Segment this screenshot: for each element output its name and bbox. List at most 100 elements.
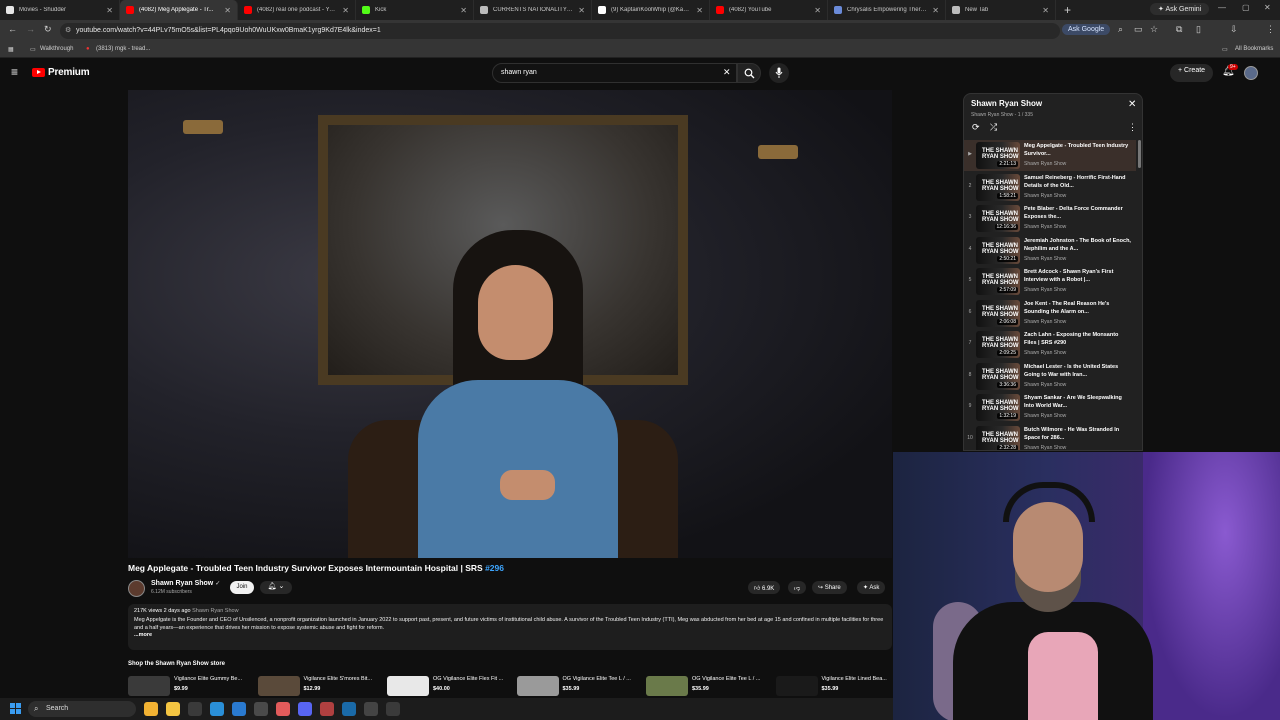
chrome-icon[interactable] xyxy=(144,702,158,716)
youtube-logo[interactable]: Premium xyxy=(32,67,90,78)
file-explorer-icon[interactable] xyxy=(166,702,180,716)
ask-gemini-button[interactable]: ✦ Ask Gemini xyxy=(1150,3,1210,15)
playlist-item[interactable]: 6 THE SHAWN RYAN SHOW 2:06:08 Joe Kent - Th… xyxy=(964,298,1136,329)
apps-grid-icon[interactable]: ▦ xyxy=(8,46,14,53)
back-icon[interactable]: ← xyxy=(8,24,17,34)
browser-tab[interactable]: Kick ✕ xyxy=(356,0,474,20)
playlist-item[interactable]: 4 THE SHAWN RYAN SHOW 2:50:21 Jeremiah John… xyxy=(964,235,1136,266)
close-tab-icon[interactable]: ✕ xyxy=(342,6,349,15)
browser-tab[interactable]: CURRENTS NATIONALITY - Go... ✕ xyxy=(474,0,592,20)
hamburger-menu-icon[interactable]: ≡ xyxy=(11,65,18,79)
app-icon[interactable] xyxy=(254,702,268,716)
all-bookmarks[interactable]: All Bookmarks xyxy=(1235,46,1273,52)
tab-title: (9) KaptainKoolWhip (@Kaptai... xyxy=(611,7,693,13)
close-tab-icon[interactable]: ✕ xyxy=(696,6,703,15)
close-tab-icon[interactable]: ✕ xyxy=(224,6,231,15)
forward-icon[interactable]: → xyxy=(26,24,35,34)
maximize-icon[interactable]: ▢ xyxy=(1242,3,1250,12)
playlist-item[interactable]: 5 THE SHAWN RYAN SHOW 2:57:09 Brett Adcock … xyxy=(964,266,1136,297)
close-window-icon[interactable]: ✕ xyxy=(1264,3,1271,12)
browser-tab[interactable]: (4082) real one podcast - YouT... ✕ xyxy=(238,0,356,20)
browser-tab[interactable]: Movies - Shudder ✕ xyxy=(0,0,120,20)
playlist-item[interactable]: 7 THE SHAWN RYAN SHOW 2:09:25 Zach Lahn - E… xyxy=(964,329,1136,360)
playlist-item[interactable]: 8 THE SHAWN RYAN SHOW 3:36:36 Michael Leste… xyxy=(964,361,1136,392)
voice-search-button[interactable] xyxy=(769,63,789,83)
ask-google-button[interactable]: Ask Google xyxy=(1062,24,1111,35)
video-player[interactable] xyxy=(128,90,892,558)
cast-icon[interactable]: ▭ xyxy=(1134,24,1143,35)
windows-start-icon[interactable] xyxy=(10,703,21,714)
settings-icon[interactable] xyxy=(386,702,400,716)
store-item[interactable]: OG Vigilance Elite Tee L / ... $35.99 xyxy=(646,676,776,696)
close-tab-icon[interactable]: ✕ xyxy=(578,6,585,15)
show-more-link[interactable]: ...more xyxy=(134,632,886,638)
address-bar[interactable]: ⚙ youtube.com/watch?v=44PLv75mO5s&list=P… xyxy=(60,23,1060,39)
clear-search-icon[interactable]: ✕ xyxy=(723,67,731,78)
browser-tab[interactable]: Chrysalis Empowering Therap... ✕ xyxy=(828,0,946,20)
steam-icon[interactable] xyxy=(342,702,356,716)
extensions-icon[interactable]: ⧉ xyxy=(1176,24,1182,35)
shuffle-icon[interactable]: ⤮ xyxy=(990,122,997,133)
join-button[interactable]: Join xyxy=(230,581,254,594)
loop-icon[interactable]: ⟳ xyxy=(972,122,980,133)
browser-tab[interactable]: New Tab ✕ xyxy=(946,0,1056,20)
hashtag-link[interactable]: #296 xyxy=(485,563,504,573)
store-item[interactable]: OG Vigilance Elite Flex Fit ... $40.00 xyxy=(387,676,517,696)
downloads-icon[interactable]: ⇩ xyxy=(1230,24,1238,35)
minimize-icon[interactable]: — xyxy=(1218,3,1226,12)
ask-button[interactable]: ✦ Ask xyxy=(857,581,886,594)
bookmark-walkthrough[interactable]: Walkthrough xyxy=(40,46,73,52)
playlist-item[interactable]: 9 THE SHAWN RYAN SHOW 1:32:19 Shyam Sankar … xyxy=(964,392,1136,423)
playlist-item-title: Michael Lester - Is the United States Go… xyxy=(1024,363,1119,378)
close-tab-icon[interactable]: ✕ xyxy=(814,6,821,15)
playlist-item[interactable]: 3 THE SHAWN RYAN SHOW 12:16:36 Pete Blaber … xyxy=(964,203,1136,234)
terminal-icon[interactable] xyxy=(188,702,202,716)
share-button[interactable]: ↪ Share xyxy=(812,581,847,594)
dislike-button[interactable]: 👎︎ xyxy=(788,581,807,594)
edge-icon[interactable] xyxy=(210,702,224,716)
store-item[interactable]: Vigilance Elite Lined Bea... $35.99 xyxy=(775,676,906,696)
browser-tab[interactable]: (4082) Meg Applegate - Tr... ✕ xyxy=(120,0,238,20)
colorful-app-icon[interactable] xyxy=(276,702,290,716)
store-item-price: $35.99 xyxy=(562,686,580,692)
subscribed-bell-button[interactable]: 🔔︎ ⌄ xyxy=(260,581,292,594)
playlist-scrollbar[interactable] xyxy=(1138,140,1141,168)
playlist-more-icon[interactable]: ⋮ xyxy=(1128,122,1137,133)
zoom-icon[interactable]: ⌕ xyxy=(1118,24,1123,35)
search-input[interactable]: shawn ryan ✕ xyxy=(492,63,737,83)
browser-tab[interactable]: (4082) YouTube ✕ xyxy=(710,0,828,20)
obs-icon[interactable] xyxy=(364,702,378,716)
store-item-price: $35.99 xyxy=(692,686,709,692)
like-button[interactable]: 👍︎ 6.9K xyxy=(748,581,781,594)
sidebar-icon[interactable]: ▯ xyxy=(1196,24,1201,35)
bookmark-mgk[interactable]: (3813) mgk - tread... xyxy=(96,46,150,52)
channel-name[interactable]: Shawn Ryan Show ✓ xyxy=(151,580,220,587)
reload-icon[interactable]: ↻ xyxy=(44,24,52,35)
vscode-icon[interactable] xyxy=(232,702,246,716)
playlist-item[interactable]: ▶ THE SHAWN RYAN SHOW 2:21:13 Meg Appelgate… xyxy=(964,140,1136,171)
browser-tab[interactable]: (9) KaptainKoolWhip (@Kaptai... ✕ xyxy=(592,0,710,20)
playlist-item[interactable]: 2 THE SHAWN RYAN SHOW 1:58:21 Samuel Reineb… xyxy=(964,172,1136,203)
bookmark-star-icon[interactable]: ☆ xyxy=(1150,24,1158,35)
discord-icon[interactable] xyxy=(298,702,312,716)
new-tab-icon[interactable]: + xyxy=(1064,3,1071,17)
browser-menu-icon[interactable]: ⋮ xyxy=(1266,24,1275,35)
close-tab-icon[interactable]: ✕ xyxy=(932,6,939,15)
close-playlist-icon[interactable]: ✕ xyxy=(1128,99,1136,110)
close-tab-icon[interactable]: ✕ xyxy=(106,6,113,15)
taskbar-search[interactable]: ⌕ Search xyxy=(28,701,136,717)
close-tab-icon[interactable]: ✕ xyxy=(460,6,467,15)
capture-icon[interactable] xyxy=(320,702,334,716)
close-tab-icon[interactable]: ✕ xyxy=(1042,6,1049,15)
site-info-icon[interactable]: ⚙ xyxy=(65,26,71,34)
store-item[interactable]: Vigilance Elite S'mores Bit... $12.99 xyxy=(257,676,388,696)
store-item[interactable]: OG Vigilance Elite Tee L / ... $35.99 xyxy=(516,676,647,696)
channel-avatar[interactable] xyxy=(128,580,145,597)
playlist-item[interactable]: 10 THE SHAWN RYAN SHOW 2:32:28 Butch Wilmor… xyxy=(964,424,1136,450)
description-box[interactable]: 217K views 2 days ago Shawn Ryan Show Me… xyxy=(128,604,892,650)
playlist-title[interactable]: Shawn Ryan Show xyxy=(971,99,1042,108)
create-button[interactable]: + Create xyxy=(1170,64,1214,82)
account-avatar[interactable] xyxy=(1244,66,1258,80)
search-button[interactable] xyxy=(737,63,761,83)
store-item[interactable]: Vigilance Elite Gummy Be... $9.99 xyxy=(128,676,258,696)
